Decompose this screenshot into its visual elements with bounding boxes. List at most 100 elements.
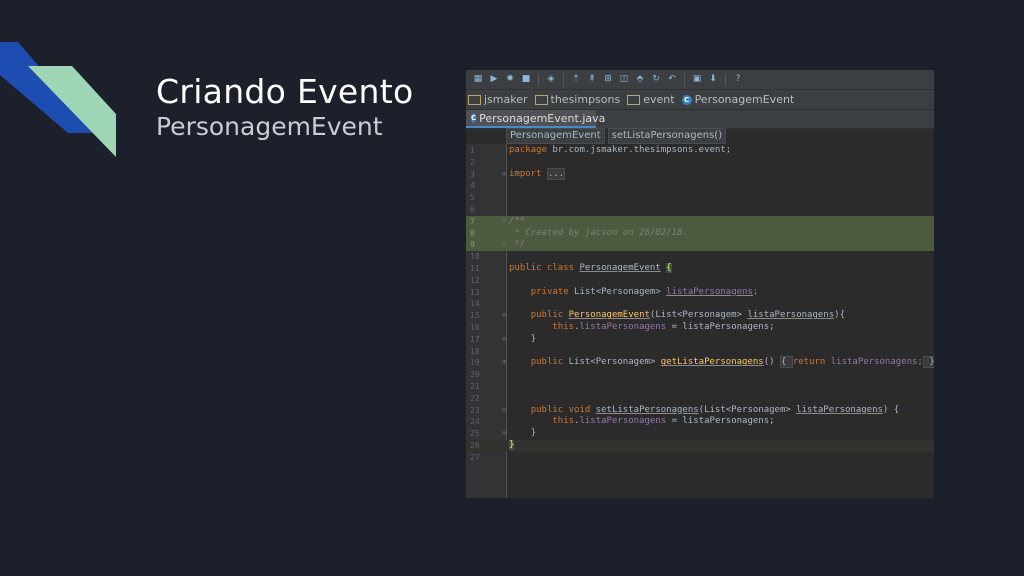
fold-end-icon[interactable]: ⊖	[502, 239, 506, 251]
toolbar-separator	[538, 73, 539, 86]
code-line: 24 this.listaPersonagens = listaPersonag…	[470, 416, 775, 427]
line-number: 1	[470, 146, 475, 155]
line-number: 27	[470, 452, 480, 462]
line-number: 12	[470, 275, 480, 285]
class-icon: C	[471, 113, 477, 123]
line-number: 3	[470, 169, 475, 179]
folder-icon	[534, 94, 548, 105]
sync-icon[interactable]: ↻	[650, 74, 662, 86]
avd-icon[interactable]: ◫	[618, 74, 630, 86]
fold-plus-icon[interactable]: ⊕	[502, 357, 506, 369]
line-number: 20	[470, 370, 480, 380]
sdk-manager-icon[interactable]: ⬇	[707, 74, 719, 86]
line-number: 9	[470, 240, 475, 250]
code-line: 20	[466, 369, 934, 381]
coverage-icon[interactable]: ⇡	[570, 74, 582, 86]
code-editor[interactable]: 1 package br.com.jsmaker.thesimpsons.even…	[466, 145, 934, 464]
editor-tabs: C PersonagemEvent.java	[466, 109, 934, 129]
stop-icon[interactable]: ■	[520, 74, 532, 86]
line-number: 26	[470, 440, 480, 450]
code-line-comment: 8 * Created by jacson on 26/02/18.	[466, 227, 934, 240]
line-number: 10	[470, 252, 480, 262]
code-line: 18	[466, 346, 934, 358]
line-number: 23	[470, 405, 480, 415]
code-line-current: 26}	[466, 439, 934, 452]
breadcrumb-jsmaker[interactable]: jsmaker	[468, 93, 528, 106]
ide-toolbar: ▦ ▶ ✹ ■ ◈ ⇡ ⇞ ⊞ ◫ ⬘ ↻ ↶ ▣ ⬇ ?	[466, 70, 934, 89]
code-line: 19 ⊕ public List<Personagem> getListaPers…	[470, 356, 934, 369]
line-number: 15	[470, 311, 480, 321]
undo-icon[interactable]: ↶	[666, 74, 678, 86]
code-line: 1 package br.com.jsmaker.thesimpsons.even…	[470, 145, 732, 155]
class-icon: C	[681, 94, 692, 105]
run-icon[interactable]: ▶	[488, 74, 500, 86]
line-number: 4	[470, 181, 475, 191]
line-number: 13	[470, 287, 480, 297]
code-line: 3 ⊕ import ...	[470, 167, 566, 181]
tab-label: PersonagemEvent.java	[479, 111, 606, 125]
fold-minus-icon[interactable]: ⊖	[502, 216, 506, 228]
gradle-icon[interactable]: ⬘	[634, 74, 646, 86]
help-icon[interactable]: ?	[732, 74, 744, 86]
fold-end-icon[interactable]: ⊖	[502, 334, 506, 346]
code-line: 22	[466, 393, 934, 405]
code-line: 13 private List<Personagem> listaPersona…	[470, 286, 759, 297]
code-line: 2	[466, 157, 934, 169]
code-line: 12	[466, 275, 934, 287]
code-breadcrumb: PersonagemEvent setListaPersonagens()	[506, 128, 727, 144]
folder-icon	[468, 94, 481, 105]
code-line: 15 ⊖ public PersonagemEvent(List<Personag…	[470, 310, 845, 322]
code-line: 5	[466, 192, 934, 204]
code-line: 4	[466, 180, 934, 192]
code-breadcrumb-class[interactable]: PersonagemEvent	[506, 128, 605, 144]
line-number: 22	[470, 393, 480, 403]
code-line: 6	[466, 204, 934, 216]
build-icon[interactable]: ▦	[472, 74, 484, 86]
fold-plus-icon[interactable]: ⊕	[502, 169, 506, 181]
line-number: 5	[470, 193, 475, 203]
code-line: 21	[466, 381, 934, 393]
corner-decoration	[0, 42, 116, 157]
folder-icon	[627, 94, 641, 105]
code-line-comment: 9 ⊖ */	[466, 239, 934, 252]
debug-icon[interactable]: ✹	[504, 74, 516, 86]
line-number: 25	[470, 429, 480, 439]
fold-minus-icon[interactable]: ⊖	[502, 405, 506, 417]
line-number: 24	[470, 417, 480, 427]
fold-minus-icon[interactable]: ⊖	[502, 310, 506, 322]
toolbar-separator	[725, 73, 726, 86]
line-number: 7	[470, 216, 475, 226]
line-number: 18	[470, 346, 480, 356]
code-line: 14	[466, 298, 934, 310]
line-number: 19	[470, 358, 480, 368]
profile-icon[interactable]: ⇞	[586, 74, 598, 86]
code-line: 25 ⊖ }	[470, 428, 537, 440]
code-breadcrumb-method[interactable]: setListaPersonagens()	[607, 128, 727, 144]
line-number: 11	[470, 263, 480, 273]
code-line: 17 ⊖ }	[470, 333, 537, 346]
code-line: 23 ⊖ public void setListaPersonagens(List…	[470, 404, 900, 417]
line-number: 14	[470, 299, 480, 309]
toolbar-separator	[563, 73, 564, 86]
code-line: 11 public class PersonagemEvent {	[470, 262, 672, 273]
navigation-bar: jsmaker thesimpsons event C PersonagemEve…	[466, 89, 934, 109]
code-line: 10	[466, 251, 934, 263]
line-number: 6	[470, 204, 475, 214]
breadcrumb-thesimpsons[interactable]: thesimpsons	[534, 93, 620, 106]
project-structure-icon[interactable]: ▣	[691, 74, 703, 86]
code-line: 27	[466, 452, 934, 464]
line-number: 8	[470, 228, 475, 238]
line-number: 21	[470, 381, 480, 391]
breadcrumb-personagemevent[interactable]: C PersonagemEvent	[681, 93, 794, 106]
fold-end-icon[interactable]: ⊖	[502, 428, 506, 440]
slide-subtitle: PersonagemEvent	[156, 112, 383, 141]
breadcrumb-event[interactable]: event	[627, 93, 675, 106]
tab-personagemevent-java[interactable]: C PersonagemEvent.java	[466, 110, 605, 128]
sdk-icon[interactable]: ⊞	[602, 74, 614, 86]
slide-title: Criando Evento	[156, 72, 414, 111]
code-line-comment: 7 ⊖/**	[466, 215, 934, 228]
line-number: 16	[470, 322, 480, 332]
ide-screenshot: ▦ ▶ ✹ ■ ◈ ⇡ ⇞ ⊞ ◫ ⬘ ↻ ↶ ▣ ⬇ ? jsmaker th…	[466, 70, 934, 498]
attach-icon[interactable]: ◈	[545, 74, 557, 86]
line-number: 2	[470, 157, 475, 167]
